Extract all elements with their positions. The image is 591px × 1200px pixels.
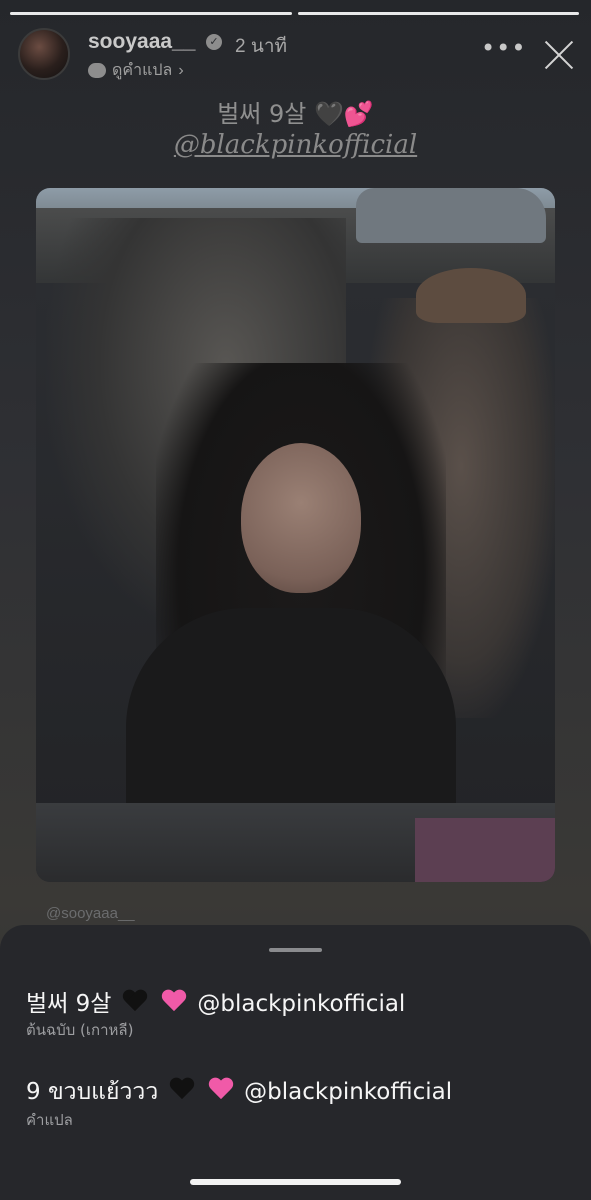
see-translation-link[interactable]: ดูคำแปล › — [88, 58, 184, 83]
story-mention[interactable]: @blackpinkofficial — [0, 130, 591, 160]
progress-segment — [10, 12, 292, 15]
verified-badge-icon: ✓ — [206, 34, 222, 50]
pink-hearts-icon — [161, 990, 187, 1014]
pink-hearts-icon — [208, 1078, 234, 1102]
photo-watermark: @sooyaaa__ — [46, 905, 135, 922]
black-heart-icon — [169, 1078, 195, 1102]
story-progress — [10, 12, 579, 16]
photo-car — [356, 188, 546, 243]
translated-mention[interactable]: @blackpinkofficial — [244, 1079, 452, 1105]
home-indicator[interactable] — [190, 1179, 401, 1185]
translated-text: 9 ขวบแย้ววว — [26, 1079, 159, 1105]
more-dots-icon[interactable]: ••• — [481, 34, 526, 62]
post-time: 2 นาที — [235, 36, 288, 57]
username[interactable]: sooyaaa__ — [88, 30, 195, 54]
see-translation-label: ดูคำแปล — [112, 62, 173, 79]
sheet-grabber[interactable] — [269, 948, 322, 952]
story-caption: 벌써 9살 🖤💕 — [217, 100, 374, 128]
story-photo — [36, 188, 555, 882]
photo-face — [241, 443, 361, 593]
avatar[interactable] — [18, 28, 70, 80]
black-heart-icon — [122, 990, 148, 1014]
translation-sheet: 벌써 9살 @blackpinkofficial ต้นฉบับ (เกาหลี… — [0, 925, 591, 1200]
close-icon[interactable] — [542, 38, 576, 72]
photo-pink-edge — [415, 818, 555, 882]
original-label: ต้นฉบับ (เกาหลี) — [26, 1021, 134, 1039]
chevron-right-icon: › — [178, 61, 184, 79]
speech-bubble-icon — [88, 63, 106, 78]
translated-label: คำแปล — [26, 1111, 73, 1129]
original-text-line: 벌써 9살 @blackpinkofficial — [26, 984, 405, 1018]
translated-text-line: 9 ขวบแย้ววว @blackpinkofficial — [26, 1074, 452, 1110]
original-mention[interactable]: @blackpinkofficial — [197, 991, 405, 1017]
photo-cowboy-hat — [416, 268, 526, 323]
progress-segment — [297, 12, 579, 15]
original-text: 벌써 9살 — [26, 991, 112, 1017]
